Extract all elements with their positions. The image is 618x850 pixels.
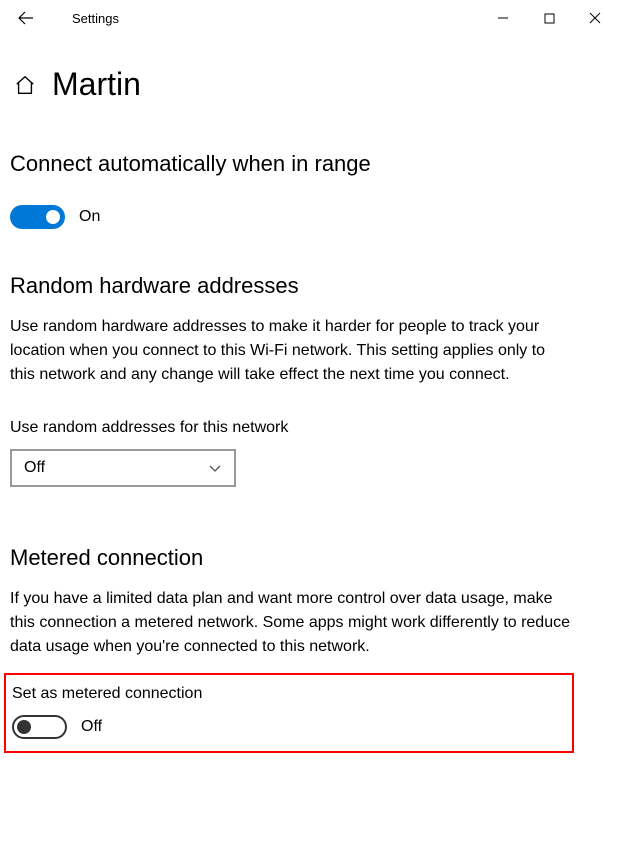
metered-toggle-state: Off xyxy=(81,718,102,736)
page-title: Martin xyxy=(52,66,141,103)
close-button[interactable] xyxy=(572,0,618,36)
random-hw-dropdown-label: Use random addresses for this network xyxy=(10,419,608,437)
toggle-knob-icon xyxy=(46,210,60,224)
auto-connect-toggle-row: On xyxy=(10,205,608,229)
random-hw-section: Random hardware addresses Use random har… xyxy=(10,273,608,487)
auto-connect-heading: Connect automatically when in range xyxy=(10,151,608,177)
chevron-down-icon xyxy=(208,461,222,475)
auto-connect-toggle-label: On xyxy=(79,208,100,226)
random-hw-heading: Random hardware addresses xyxy=(10,273,608,299)
minimize-button[interactable] xyxy=(480,0,526,36)
metered-heading: Metered connection xyxy=(10,545,608,571)
metered-description: If you have a limited data plan and want… xyxy=(10,587,570,659)
close-icon xyxy=(589,12,601,24)
back-arrow-icon xyxy=(18,10,34,26)
page-title-row: Martin xyxy=(10,66,608,103)
minimize-icon xyxy=(497,12,509,24)
metered-highlight-box: Set as metered connection Off xyxy=(4,673,574,753)
maximize-button[interactable] xyxy=(526,0,572,36)
window-title: Settings xyxy=(72,11,119,26)
metered-toggle-row: Off xyxy=(6,715,572,739)
home-icon xyxy=(14,74,36,96)
content-area: Martin Connect automatically when in ran… xyxy=(0,36,618,753)
maximize-icon xyxy=(544,13,555,24)
auto-connect-toggle[interactable] xyxy=(10,205,65,229)
random-hw-dropdown-value: Off xyxy=(24,459,45,477)
metered-toggle-label: Set as metered connection xyxy=(6,685,572,703)
back-button[interactable] xyxy=(14,6,38,30)
metered-toggle[interactable] xyxy=(12,715,67,739)
window-controls xyxy=(480,0,618,36)
random-hw-dropdown[interactable]: Off xyxy=(10,449,236,487)
random-hw-description: Use random hardware addresses to make it… xyxy=(10,315,570,387)
toggle-knob-icon xyxy=(17,720,31,734)
title-bar: Settings xyxy=(0,0,618,36)
